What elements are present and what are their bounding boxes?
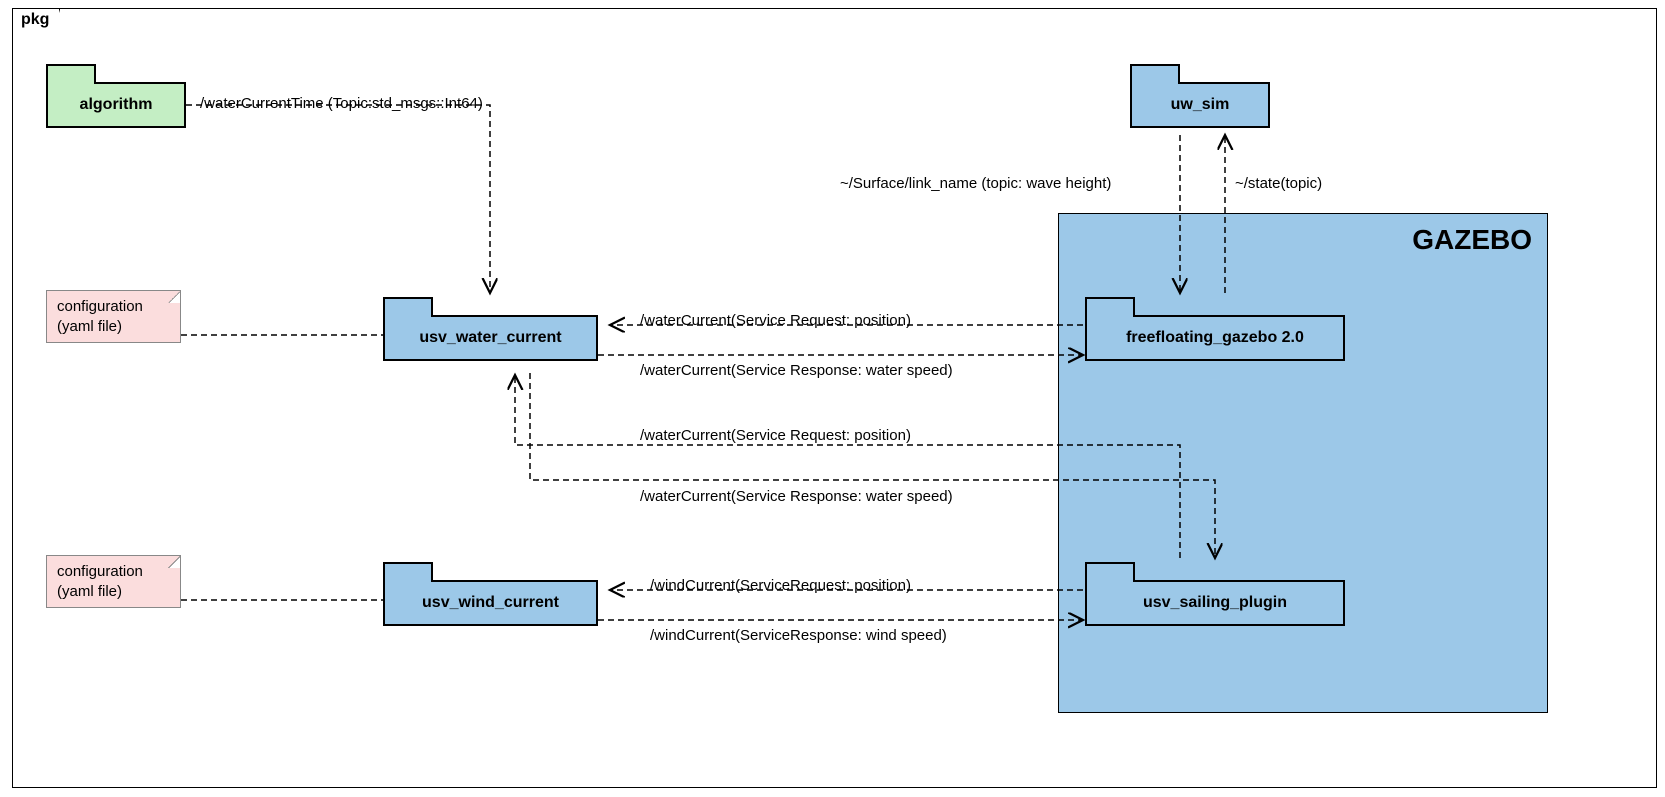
- package-label: usv_water_current: [385, 317, 596, 359]
- package-algorithm: algorithm: [46, 82, 186, 128]
- package-usv-water-current: usv_water_current: [383, 315, 598, 361]
- label-state: ~/state(topic): [1235, 175, 1322, 192]
- package-label: usv_wind_current: [385, 582, 596, 624]
- note-config-wind: configuration (yaml file): [46, 555, 181, 608]
- package-label: uw_sim: [1132, 84, 1268, 126]
- package-tab: [46, 64, 96, 84]
- package-tab: [383, 297, 433, 317]
- label-water-req-2: /waterCurrent(Service Request: position): [640, 427, 911, 444]
- pkg-frame-title: pkg: [12, 8, 60, 33]
- label-wind-resp: /windCurrent(ServiceResponse: wind speed…: [650, 627, 947, 644]
- note-text: configuration (yaml file): [57, 298, 143, 335]
- package-uw-sim: uw_sim: [1130, 82, 1270, 128]
- gazebo-frame: GAZEBO: [1058, 213, 1548, 713]
- package-tab: [1130, 64, 1180, 84]
- package-usv-wind-current: usv_wind_current: [383, 580, 598, 626]
- package-freefloating-gazebo: freefloating_gazebo 2.0: [1085, 315, 1345, 361]
- package-tab: [1085, 297, 1135, 317]
- label-surface: ~/Surface/link_name (topic: wave height): [840, 175, 1111, 192]
- note-text: configuration (yaml file): [57, 563, 143, 600]
- label-water-resp-2: /waterCurrent(Service Response: water sp…: [640, 488, 953, 505]
- label-water-resp-1: /waterCurrent(Service Response: water sp…: [640, 362, 953, 379]
- note-config-water: configuration (yaml file): [46, 290, 181, 343]
- package-usv-sailing-plugin: usv_sailing_plugin: [1085, 580, 1345, 626]
- package-label: algorithm: [48, 84, 184, 126]
- gazebo-title: GAZEBO: [1412, 224, 1532, 256]
- label-water-req-1: /waterCurrent(Service Request: position): [640, 312, 911, 329]
- package-label: usv_sailing_plugin: [1087, 582, 1343, 624]
- label-watercurrenttime: /waterCurrentTime (Topic:std_msgs::Int64…: [200, 95, 483, 112]
- package-tab: [1085, 562, 1135, 582]
- label-wind-req: /windCurrent(ServiceRequest: position): [650, 577, 911, 594]
- package-tab: [383, 562, 433, 582]
- package-label: freefloating_gazebo 2.0: [1087, 317, 1343, 359]
